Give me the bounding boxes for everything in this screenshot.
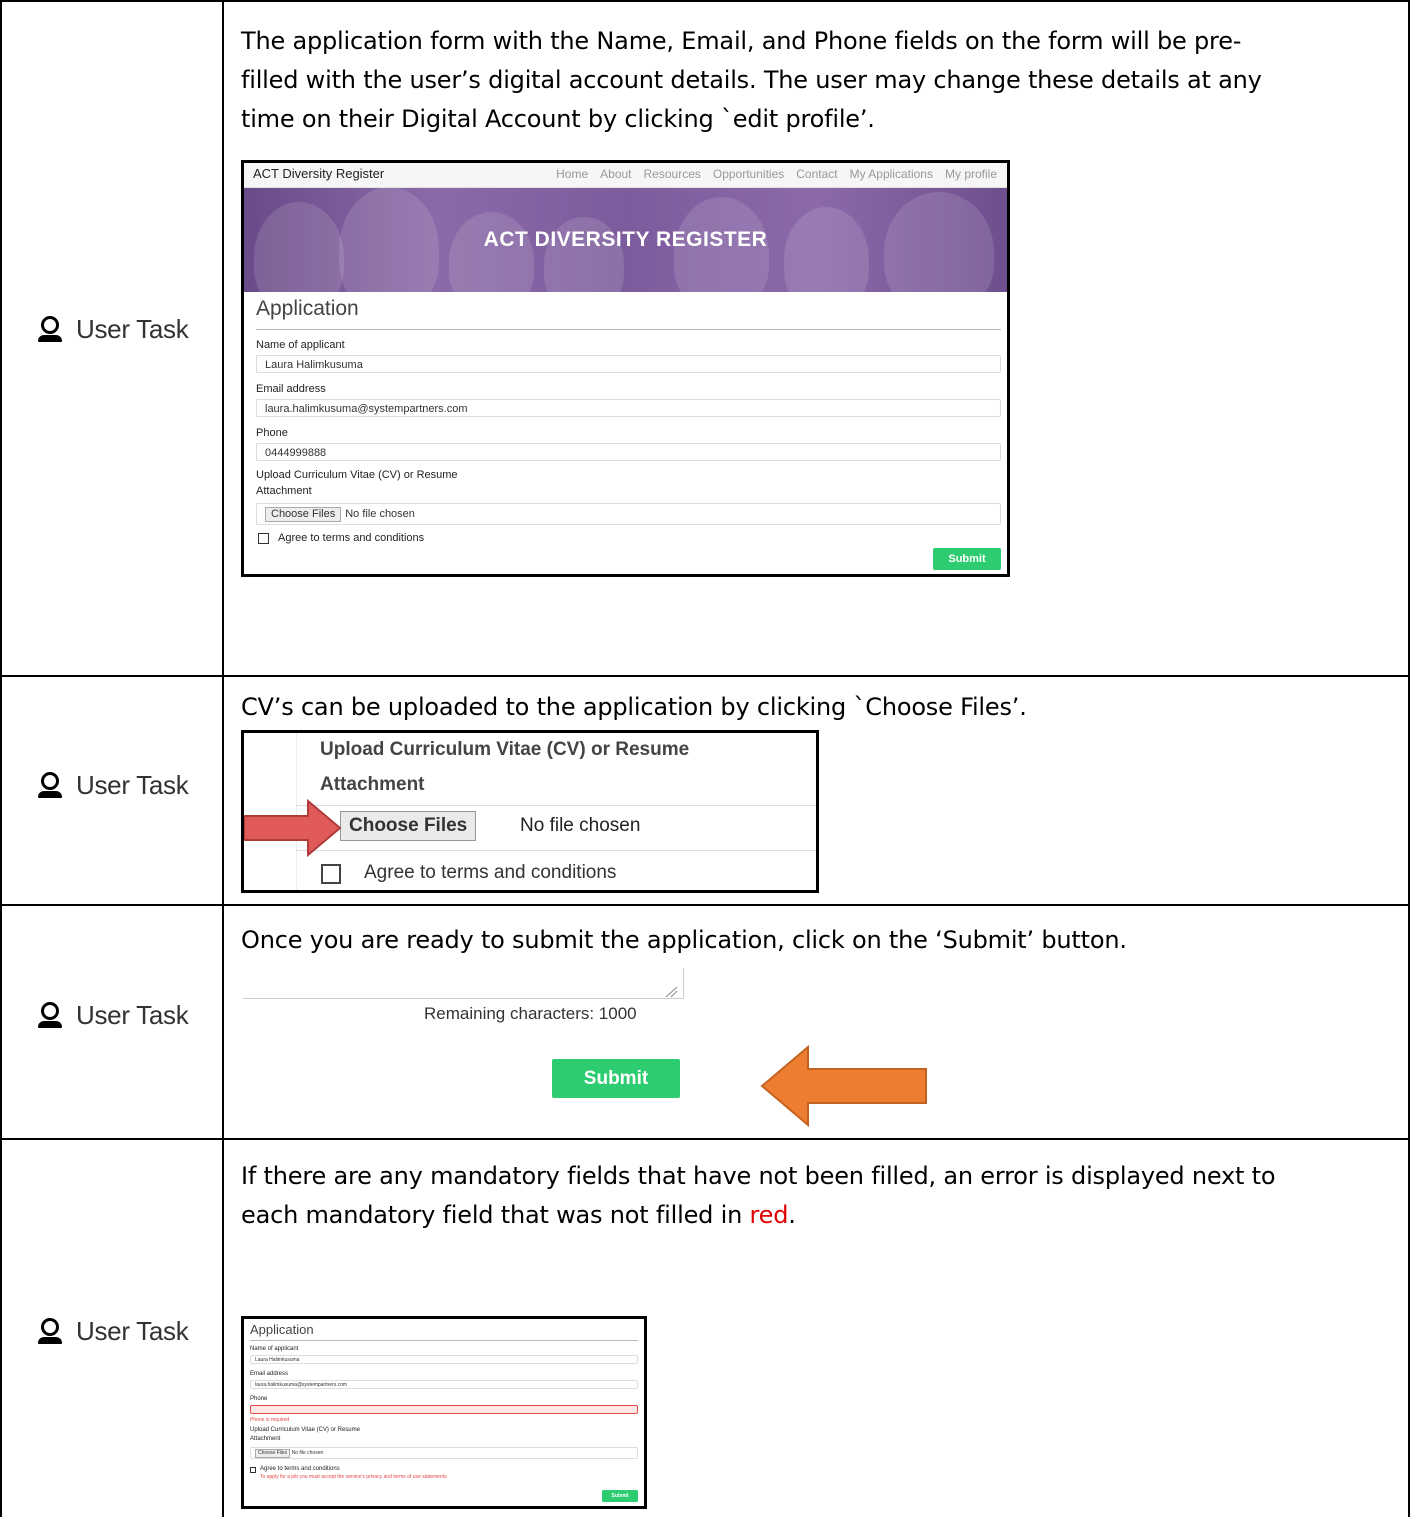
task-label: User Task bbox=[76, 1000, 189, 1030]
application-form-screenshot: ACT Diversity Register Home About Resour… bbox=[241, 160, 1010, 577]
terms-label: Agree to terms and conditions bbox=[364, 862, 617, 883]
instruction-text: CV’s can be uploaded to the application … bbox=[241, 688, 1381, 727]
table-border-right bbox=[1408, 0, 1410, 1517]
terms-label: Agree to terms and conditions bbox=[278, 532, 425, 544]
nav-link-resources[interactable]: Resources bbox=[644, 167, 701, 181]
banner-photo-figure bbox=[449, 212, 534, 292]
task-cell: User Task bbox=[38, 1316, 189, 1347]
upload-label: Upload Curriculum Vitae (CV) or Resume bbox=[256, 469, 458, 481]
text-segment: . bbox=[788, 1201, 796, 1229]
site-navbar: ACT Diversity Register Home About Resour… bbox=[244, 163, 1007, 188]
table-column-divider bbox=[222, 0, 224, 1517]
attachment-label: Attachment bbox=[256, 485, 312, 497]
file-upload-field: Choose Files No file chosen bbox=[256, 503, 1001, 525]
instruction-text: Once you are ready to submit the applica… bbox=[241, 921, 1381, 960]
red-word: red bbox=[749, 1201, 789, 1229]
terms-checkbox[interactable] bbox=[250, 1467, 256, 1473]
nav-link-my-applications[interactable]: My Applications bbox=[850, 167, 933, 181]
task-cell: User Task bbox=[38, 314, 189, 345]
text-line: filled with the user’s digital account d… bbox=[241, 66, 1262, 94]
choose-files-button[interactable]: Choose Files bbox=[340, 811, 477, 841]
form-heading: Application bbox=[256, 297, 359, 320]
resize-handle-icon bbox=[665, 986, 678, 998]
terms-error-message: To apply for a job you must accept the s… bbox=[260, 1474, 447, 1480]
submit-button[interactable]: Submit bbox=[552, 1059, 680, 1098]
name-label: Name of applicant bbox=[256, 339, 345, 351]
task-label: User Task bbox=[76, 770, 189, 800]
table-row-divider bbox=[0, 1138, 1410, 1140]
heading-divider bbox=[250, 1340, 638, 1341]
table-row-divider bbox=[0, 675, 1410, 677]
email-field[interactable]: laura.halimkusuma@systempartners.com bbox=[256, 399, 1001, 417]
red-arrow-icon bbox=[244, 799, 342, 857]
upload-label: Upload Curriculum Vitae (CV) or Resume bbox=[250, 1427, 360, 1433]
upload-zoom-screenshot: Upload Curriculum Vitae (CV) or Resume A… bbox=[241, 730, 819, 893]
user-icon bbox=[38, 772, 62, 799]
name-label: Name of applicant bbox=[250, 1346, 299, 1352]
name-field[interactable]: Laura Halimkusuma bbox=[250, 1355, 638, 1364]
submit-button[interactable]: Submit bbox=[933, 548, 1001, 570]
attachment-label: Attachment bbox=[320, 774, 425, 795]
task-cell: User Task bbox=[38, 770, 189, 801]
nav-links: Home About Resources Opportunities Conta… bbox=[556, 167, 997, 181]
banner-title: ACT DIVERSITY REGISTER bbox=[483, 228, 768, 251]
terms-label: Agree to terms and conditions bbox=[260, 1466, 340, 1472]
task-cell: User Task bbox=[38, 1000, 189, 1031]
validation-error-screenshot: Application Name of applicant Laura Hali… bbox=[241, 1316, 647, 1509]
text-line: each mandatory field that was not filled… bbox=[241, 1196, 1381, 1235]
text-line: If there are any mandatory fields that h… bbox=[241, 1162, 1276, 1190]
instruction-text: If there are any mandatory fields that h… bbox=[241, 1157, 1381, 1235]
task-label: User Task bbox=[76, 1316, 189, 1346]
text-line: The application form with the Name, Emai… bbox=[241, 27, 1242, 55]
text-line: time on their Digital Account by clickin… bbox=[241, 105, 875, 133]
nav-link-contact[interactable]: Contact bbox=[796, 167, 837, 181]
instruction-text: The application form with the Name, Emai… bbox=[241, 22, 1381, 139]
nav-link-my-profile[interactable]: My profile bbox=[945, 167, 997, 181]
nav-link-home[interactable]: Home bbox=[556, 167, 588, 181]
table-border-left bbox=[0, 0, 2, 1517]
choose-files-button[interactable]: Choose Files bbox=[255, 1449, 291, 1458]
no-file-text: No file chosen bbox=[345, 508, 415, 520]
heading-divider bbox=[256, 329, 1001, 330]
email-label: Email address bbox=[256, 383, 326, 395]
hero-banner: ACT DIVERSITY REGISTER bbox=[244, 188, 1007, 292]
choose-files-button[interactable]: Choose Files bbox=[265, 507, 342, 522]
user-icon bbox=[38, 1002, 62, 1029]
upload-label: Upload Curriculum Vitae (CV) or Resume bbox=[320, 739, 690, 760]
terms-checkbox[interactable] bbox=[258, 533, 269, 544]
user-icon bbox=[38, 1318, 62, 1345]
name-field[interactable]: Laura Halimkusuma bbox=[256, 355, 1001, 373]
site-brand[interactable]: ACT Diversity Register bbox=[253, 166, 384, 181]
text-line: CV’s can be uploaded to the application … bbox=[241, 693, 1027, 721]
text-segment: each mandatory field that was not filled… bbox=[241, 1201, 750, 1229]
user-icon bbox=[38, 316, 62, 343]
phone-error-message: Phone is required bbox=[250, 1417, 290, 1423]
remaining-characters: Remaining characters: 1000 bbox=[424, 1004, 637, 1023]
email-label: Email address bbox=[250, 1371, 289, 1377]
table-row-divider bbox=[0, 904, 1410, 906]
text-line: Once you are ready to submit the applica… bbox=[241, 926, 1127, 954]
terms-checkbox[interactable] bbox=[321, 864, 341, 884]
no-file-text: No file chosen bbox=[520, 815, 641, 836]
form-heading: Application bbox=[250, 1322, 314, 1337]
orange-arrow-icon bbox=[760, 1045, 927, 1127]
nav-link-about[interactable]: About bbox=[600, 167, 631, 181]
phone-label: Phone bbox=[256, 427, 288, 439]
textarea-bottom-edge bbox=[243, 968, 684, 999]
nav-link-opportunities[interactable]: Opportunities bbox=[713, 167, 784, 181]
phone-field-error[interactable] bbox=[250, 1405, 638, 1414]
table-border-top bbox=[0, 0, 1410, 2]
attachment-label: Attachment bbox=[250, 1436, 281, 1442]
task-label: User Task bbox=[76, 314, 189, 344]
phone-label: Phone bbox=[250, 1396, 268, 1402]
no-file-text: No file chosen bbox=[291, 1450, 324, 1456]
email-field[interactable]: laura.halimkusuma@systempartners.com bbox=[250, 1380, 638, 1389]
phone-field[interactable]: 0444999888 bbox=[256, 443, 1001, 461]
submit-button[interactable]: Submit bbox=[602, 1490, 638, 1502]
file-upload-field: Choose Files No file chosen bbox=[250, 1447, 638, 1459]
